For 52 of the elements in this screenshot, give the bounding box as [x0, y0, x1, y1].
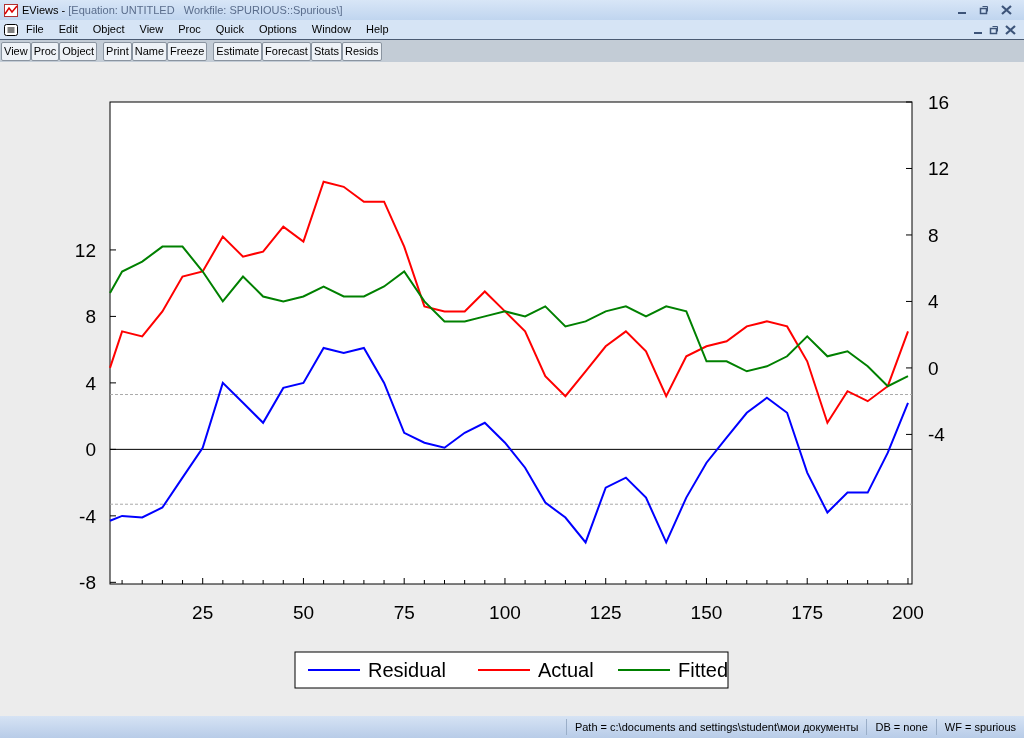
menu-item[interactable]: Edit	[58, 21, 78, 38]
toolbar-button[interactable]: Forecast	[262, 41, 311, 61]
x-tick-label: 75	[393, 602, 415, 623]
toolbar-button[interactable]: Proc	[30, 41, 60, 61]
toolbar-button[interactable]: View	[1, 41, 31, 61]
x-tick-label: 200	[892, 602, 924, 623]
y-tick-label: -4	[79, 505, 96, 527]
y-tick-label: 8	[85, 306, 96, 328]
x-tick-label: 175	[791, 602, 824, 623]
status-field: WF = spurious	[935, 718, 1024, 736]
y-tick-label: 8	[928, 224, 939, 246]
menu-item[interactable]: Proc	[178, 21, 201, 38]
menu-item[interactable]: View	[139, 21, 164, 38]
legend-label: Fitted	[678, 659, 729, 681]
toolbar-button[interactable]: Estimate	[213, 41, 263, 61]
x-tick-label: 50	[292, 602, 314, 623]
menu-item[interactable]: File	[26, 21, 44, 38]
y-tick-label: 0	[85, 439, 96, 461]
menu-item[interactable]: Window	[311, 21, 351, 38]
window-title: EViews - [Equation: UNTITLED Workfile: SPURIOUS::Spurious\]	[22, 2, 343, 18]
menu-item[interactable]: Object	[92, 21, 125, 38]
close-icon[interactable]	[1001, 5, 1012, 15]
y-tick-label: 12	[928, 158, 950, 180]
toolbar-button[interactable]: Object	[59, 41, 98, 61]
toolbar-button[interactable]: Name	[131, 41, 168, 61]
y-tick-label: 4	[85, 372, 96, 394]
menu-item[interactable]: Help	[365, 21, 389, 38]
y-tick-label: 0	[928, 357, 939, 379]
restore-icon[interactable]	[989, 24, 999, 35]
restore-icon[interactable]	[979, 5, 989, 15]
toolbar-button[interactable]: Print	[103, 41, 132, 61]
status-field: DB = none	[866, 718, 936, 736]
legend-label: Residual	[368, 659, 446, 681]
x-tick-label: 100	[489, 602, 521, 623]
toolbar-button[interactable]: Freeze	[167, 41, 208, 61]
menu-icon[interactable]	[4, 23, 18, 36]
y-tick-label: 4	[928, 291, 939, 313]
x-tick-label: 25	[192, 602, 214, 623]
toolbar-button[interactable]: Resids	[341, 41, 382, 61]
y-tick-label: 16	[928, 92, 950, 113]
y-tick-label: -4	[928, 424, 945, 446]
menu-item[interactable]: Quick	[215, 21, 244, 38]
close-icon[interactable]	[1005, 24, 1016, 35]
legend-label: Actual	[538, 659, 594, 681]
y-tick-label: 12	[74, 239, 96, 261]
menu-item[interactable]: Options	[258, 21, 297, 38]
x-tick-label: 125	[589, 602, 622, 623]
x-tick-label: 150	[690, 602, 723, 623]
y-tick-label: -8	[79, 572, 96, 594]
line-chart-icon	[4, 3, 18, 17]
toolbar-button[interactable]: Stats	[310, 41, 342, 61]
status-field: Path = c:\documents and settings\student\мои документы	[565, 718, 867, 736]
